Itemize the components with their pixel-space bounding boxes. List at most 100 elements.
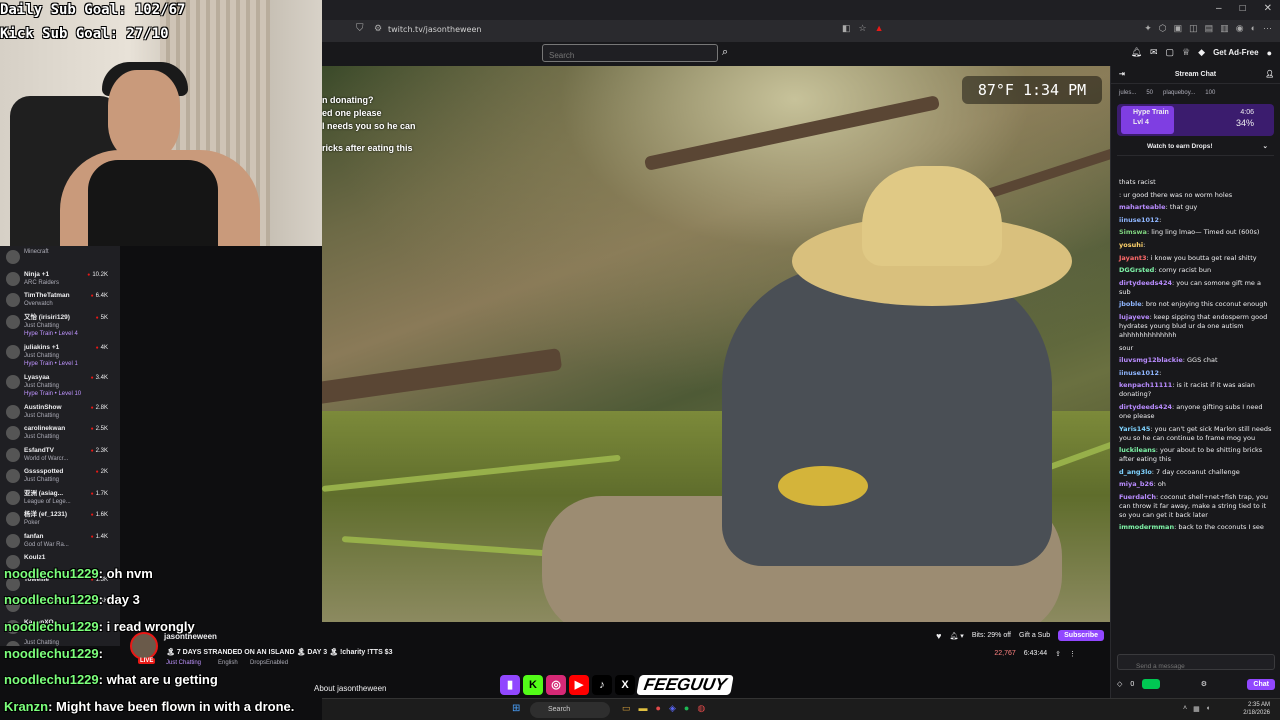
leader-user[interactable]: jules...: [1119, 90, 1136, 96]
bits-button[interactable]: Bits: 29% off: [972, 632, 1011, 639]
bits-icon[interactable]: ◆: [1198, 47, 1205, 58]
maximize-icon[interactable]: □: [1240, 3, 1246, 14]
app-icon[interactable]: ▬: [639, 703, 648, 714]
search-icon[interactable]: ⌕: [722, 46, 728, 59]
chat-username[interactable]: maharteable: [1119, 203, 1166, 211]
leader-user[interactable]: plaqueboy...: [1163, 90, 1195, 96]
chat-username[interactable]: Yaris145: [1119, 425, 1150, 433]
app-icon[interactable]: ▭: [622, 703, 631, 714]
star-icon[interactable]: ☆: [859, 23, 867, 34]
video-player[interactable]: n donating? ed one please l needs you so…: [322, 66, 1110, 622]
chat-username[interactable]: iluvsmg12blackie: [1119, 356, 1183, 364]
avatar[interactable]: ●: [1267, 48, 1272, 58]
extension-icon[interactable]: ◫: [1189, 23, 1198, 34]
network-icon[interactable]: ▦: [1193, 705, 1200, 713]
chat-username[interactable]: d_ang3lo: [1119, 468, 1152, 476]
extension-icon[interactable]: ◐: [1251, 23, 1256, 34]
chat-username[interactable]: DGGrsted: [1119, 266, 1154, 274]
chat-username[interactable]: Jayant3: [1119, 254, 1147, 262]
more-icon[interactable]: ⋮: [1069, 650, 1076, 658]
chevron-down-icon[interactable]: ⌄: [1263, 138, 1268, 156]
chat-send-button[interactable]: Chat: [1247, 678, 1275, 690]
chat-username[interactable]: luckileans: [1119, 446, 1156, 454]
extension-icon[interactable]: ◉: [1236, 23, 1244, 34]
notifications-icon[interactable]: 🔔︎: [1131, 47, 1142, 58]
tiktok-icon: ♪: [592, 675, 612, 695]
volume-icon[interactable]: ◖: [1206, 705, 1210, 713]
stream-category[interactable]: Just Chatting: [166, 660, 201, 666]
sidebar-channel[interactable]: EsfandTVWorld of Warcr...2.3K: [0, 444, 120, 466]
menu-icon[interactable]: ⋯: [1263, 23, 1272, 34]
search-input[interactable]: [543, 47, 717, 64]
chat-username[interactable]: immodermman: [1119, 523, 1174, 531]
bookmark-icon[interactable]: ⛉: [356, 23, 364, 34]
chat-username[interactable]: dirtydeeds424: [1119, 403, 1172, 411]
extension-icon[interactable]: ▤: [1205, 23, 1214, 34]
extension-icon[interactable]: ▥: [1220, 23, 1229, 34]
subscribe-button[interactable]: Subscribe: [1058, 630, 1104, 641]
gift-sub-button[interactable]: Gift a Sub: [1019, 632, 1050, 639]
get-ad-free-button[interactable]: Get Ad-Free: [1213, 48, 1259, 57]
chat-username[interactable]: lujayeve: [1119, 313, 1150, 321]
sidebar-channel[interactable]: AustinShowJust Chatting2.8K: [0, 401, 120, 423]
tts-caption: n donating? ed one please l needs you so…: [322, 94, 416, 155]
share-icon[interactable]: ⇪: [1055, 650, 1061, 658]
crown-icon[interactable]: ♕: [1182, 47, 1190, 58]
sidebar-channel[interactable]: fanfanGod of War Ra...1.4K: [0, 530, 120, 552]
sidebar-channel[interactable]: 亚洲 (asiag...League of Lege...1.7K: [0, 487, 120, 509]
sidebar-channel[interactable]: Lyasyaa Just Chatting Hype Train • Level 1…: [0, 371, 120, 401]
sidebar-channel[interactable]: 又怡 (irisiri129) Just Chatting Hype Train •…: [0, 311, 120, 341]
taskbar-search[interactable]: Search: [530, 702, 610, 718]
sidebar-channel[interactable]: Just Chatting: [0, 637, 120, 646]
spotify-icon[interactable]: ●: [684, 703, 689, 714]
chat-username[interactable]: Simswa: [1119, 228, 1147, 236]
sidebar-channel[interactable]: juliakins +1 Just Chatting Hype Train • Le…: [0, 341, 120, 371]
channel-avatar[interactable]: [130, 632, 158, 660]
chat-username[interactable]: kenpach11111: [1119, 381, 1172, 389]
viewer-count: 2.3K: [91, 448, 108, 454]
follow-heart-icon[interactable]: ♥: [936, 631, 941, 641]
site-info-icon[interactable]: ⚙: [374, 23, 382, 34]
chat-input[interactable]: [1118, 659, 1274, 674]
shield-icon[interactable]: ▲: [875, 23, 884, 34]
app-icon[interactable]: ◈: [669, 703, 676, 714]
minimize-icon[interactable]: –: [1216, 3, 1222, 14]
extension-icon[interactable]: ▣: [1174, 23, 1183, 34]
users-icon[interactable]: 👤︎: [1265, 66, 1274, 84]
chat-username[interactable]: iinuse1012: [1119, 216, 1159, 224]
chat-username[interactable]: jboble: [1119, 300, 1142, 308]
channel-category: ARC Raiders: [24, 279, 60, 286]
chat-username[interactable]: yosuhi: [1119, 241, 1143, 249]
extension-icon[interactable]: ⬡: [1159, 23, 1167, 34]
notification-bell-icon[interactable]: 🔔︎ ▾: [949, 632, 963, 640]
reader-icon[interactable]: ◧: [842, 23, 851, 34]
points-reward-icon[interactable]: [1142, 679, 1161, 689]
chat-username[interactable]: FuerdalCh: [1119, 493, 1156, 501]
sidebar-channel[interactable]: 杨洋 (ef_1231)Poker1.6K: [0, 508, 120, 530]
sidebar-channel[interactable]: GsssspottedJust Chatting2K: [0, 465, 120, 487]
drops-banner[interactable]: Watch to earn Drops! ⌄: [1117, 138, 1274, 156]
inbox-icon[interactable]: ✉︎: [1150, 47, 1158, 58]
whispers-icon[interactable]: ▢: [1166, 47, 1175, 58]
collapse-chat-icon[interactable]: ⇥: [1119, 66, 1125, 84]
chrome-icon[interactable]: ◍: [697, 703, 705, 714]
close-icon[interactable]: ✕: [1264, 3, 1272, 14]
sidebar-channel[interactable]: Ninja +1ARC Raiders10.2K: [0, 268, 120, 290]
app-icon[interactable]: ●: [656, 703, 661, 714]
extension-icon[interactable]: ✦: [1144, 23, 1152, 34]
start-icon[interactable]: ⊞: [512, 703, 520, 714]
hype-train-banner[interactable]: Hype Train Lvl 4 4:06 34%: [1117, 104, 1274, 136]
url-text[interactable]: twitch.tv/jasontheween: [388, 25, 481, 34]
sidebar-channel[interactable]: TimTheTatmanOverwatch6.4K: [0, 289, 120, 311]
tag-english[interactable]: English: [218, 660, 238, 666]
tag-drops[interactable]: DropsEnabled: [250, 660, 288, 666]
chat-username[interactable]: iinuse1012: [1119, 369, 1159, 377]
chevron-up-icon[interactable]: ˄: [1183, 705, 1187, 713]
chat-username[interactable]: dirtydeeds424: [1119, 279, 1172, 287]
sidebar-channel[interactable]: carolinekwanJust Chatting2.5K: [0, 422, 120, 444]
sidebar-channel[interactable]: Minecraft: [0, 246, 120, 268]
system-clock[interactable]: 2:35 AM 2/18/2026: [1243, 701, 1270, 717]
channel-points-icon[interactable]: ◇: [1117, 680, 1122, 688]
settings-icon[interactable]: ⚙: [1201, 680, 1207, 688]
chat-username[interactable]: miya_b26: [1119, 480, 1154, 488]
